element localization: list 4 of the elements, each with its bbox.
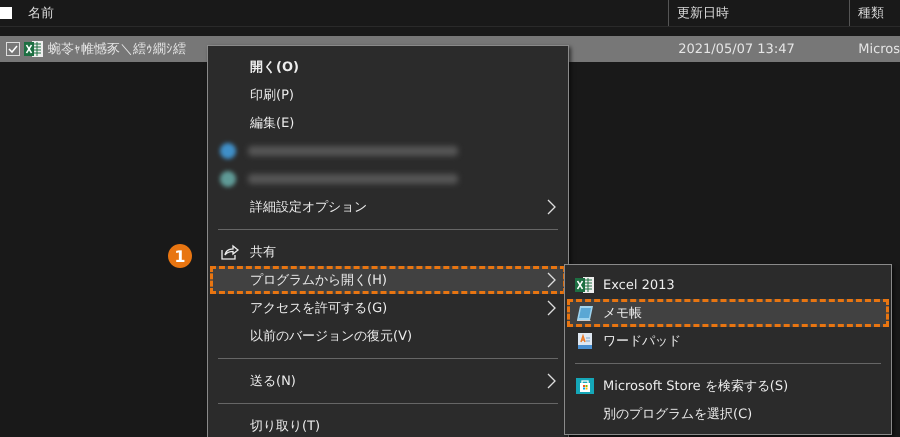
modified-date: 2021/05/07 13:47 — [678, 42, 795, 56]
file-name: 蜿苓ｬ帷憾豕＼繧ｩ繝ｼ繧 — [48, 41, 186, 58]
step-badge: 1 — [168, 244, 192, 268]
file-type: Micros — [858, 42, 900, 56]
